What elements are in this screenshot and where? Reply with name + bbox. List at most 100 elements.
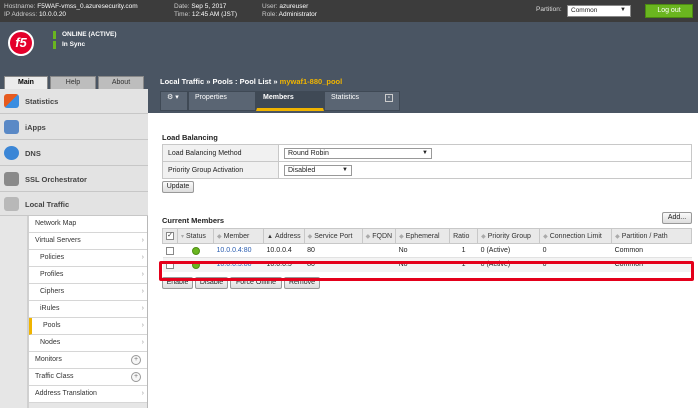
member-link[interactable]: 10.0.0.4:80 [217, 247, 252, 254]
ephemeral-cell: No [395, 243, 450, 258]
update-button[interactable]: Update [162, 181, 194, 193]
user-value: azureuser [279, 3, 309, 10]
chevron-down-icon: ▼ [422, 149, 428, 156]
col-label: Connection Limit [549, 232, 602, 240]
tab-properties[interactable]: Properties [188, 91, 256, 111]
tab-statistics[interactable]: Statistics ▫ [324, 91, 400, 111]
header-band [0, 22, 698, 74]
col-service-port[interactable]: ◆ Service Port [303, 228, 363, 244]
tab-members[interactable]: Members [256, 91, 324, 111]
sort-icon: ◆ [217, 233, 222, 240]
hostname-label: Hostname: [4, 3, 36, 10]
col-label: Ephemeral [405, 232, 440, 240]
ratio-cell: 1 [449, 243, 478, 258]
col-ephemeral[interactable]: ◆ Ephemeral [395, 228, 451, 244]
col-label: FQDN [372, 232, 393, 240]
tab-about[interactable]: About [98, 76, 144, 89]
sidebar-item-network-map[interactable]: Network Map [29, 216, 147, 233]
breadcrumb: Local Traffic » Pools : Pool List » mywa… [148, 74, 698, 89]
breadcrumb-pool-list[interactable]: Pools : Pool List [213, 77, 272, 86]
top-bar: Hostname: F5WAF-vmss_0.azuresecurity.com… [0, 0, 698, 22]
fqdn-cell [362, 243, 396, 258]
sidebar-item-label: Monitors [35, 356, 62, 363]
load-balancing-table: Load Balancing Method Round Robin ▼ Prior… [162, 144, 692, 179]
sidebar-item-nodes[interactable]: Nodes › [29, 335, 147, 352]
sidebar-item-label: iRules [40, 305, 60, 312]
chevron-right-icon: › [141, 390, 144, 397]
col-member[interactable]: ◆ Member [213, 228, 264, 244]
hostname-value: F5WAF-vmss_0.azuresecurity.com [37, 3, 138, 10]
sidebar-item-irules[interactable]: iRules › [29, 301, 147, 318]
current-members-title: Current Members [162, 216, 225, 225]
sidebar-item-address-translation[interactable]: Address Translation › [29, 386, 147, 403]
col-label: Address [274, 232, 301, 240]
breadcrumb-separator: » [273, 77, 278, 86]
sidebar-item-ciphers[interactable]: Ciphers › [29, 284, 147, 301]
sidebar-item-policies[interactable]: Policies › [29, 250, 147, 267]
sidebar-item-profiles[interactable]: Profiles › [29, 267, 147, 284]
plus-icon[interactable]: + [131, 355, 141, 365]
sidebar-item-label: Ciphers [40, 288, 65, 295]
member-cell: 10.0.0.4:80 [213, 243, 264, 258]
col-partition-path[interactable]: ◆ Partition / Path [611, 228, 692, 244]
col-label: Partition / Path [621, 232, 668, 240]
sidebar-section-dns[interactable]: DNS [0, 140, 148, 166]
table-row[interactable]: 10.0.0.4:80 10.0.0.4 80 No 1 0 (Active) … [162, 243, 692, 258]
sidebar-item-label: Profiles [40, 271, 64, 278]
priority-group-select[interactable]: Disabled ▼ [284, 164, 352, 176]
sidebar-item-virtual-servers[interactable]: Virtual Servers › [29, 233, 147, 250]
col-label: Member [223, 232, 250, 240]
table-row: Priority Group Activation Disabled ▼ [162, 161, 692, 179]
sidebar-item-monitors[interactable]: Monitors + [29, 352, 147, 369]
load-balancing-method-select[interactable]: Round Robin ▼ [284, 147, 432, 159]
select-all-cell: ✓ [162, 228, 178, 244]
sort-icon: ◆ [365, 233, 371, 240]
select-all-checkbox[interactable]: ✓ [166, 232, 174, 240]
sort-icon: ◆ [399, 233, 404, 240]
plus-icon[interactable]: + [131, 372, 141, 382]
chevron-down-icon: ▼ [342, 166, 348, 173]
tab-help[interactable]: Help [50, 76, 96, 89]
col-fqdn[interactable]: ◆ FQDN [361, 228, 397, 244]
tab-main[interactable]: Main [4, 76, 48, 89]
sidebar-label-dns: DNS [25, 149, 41, 158]
sort-icon: ◆ [543, 233, 548, 240]
col-ratio[interactable]: Ratio [449, 228, 479, 244]
breadcrumb-local-traffic[interactable]: Local Traffic [160, 77, 204, 86]
user-label: User: [262, 3, 278, 10]
sort-icon: ◆ [481, 233, 486, 240]
sort-ascending-icon: ▲ [267, 233, 273, 240]
sidebar-section-local-traffic[interactable]: Local Traffic [0, 192, 148, 216]
sidebar-section-iapps[interactable]: iApps [0, 114, 148, 140]
sidebar-section-statistics[interactable]: Statistics [0, 89, 148, 114]
sync-status: In Sync [53, 41, 85, 49]
status-cell [177, 243, 214, 258]
time-value: 12:45 AM (JST) [191, 11, 237, 18]
partition-select[interactable]: Common ▼ [567, 5, 631, 17]
col-address[interactable]: ▲ Address [263, 228, 305, 244]
settings-menu-button[interactable]: ⚙ ▾ [160, 91, 188, 111]
sidebar-item-traffic-class[interactable]: Traffic Class + [29, 369, 147, 386]
left-tabs: Main Help About [0, 74, 148, 89]
add-member-button[interactable]: Add... [662, 212, 692, 224]
iapps-icon [4, 120, 19, 134]
ip-value: 10.0.0.20 [38, 11, 67, 18]
chevron-right-icon: › [141, 339, 144, 346]
ip-label: IP Address: [4, 11, 38, 18]
sidebar-label-local-traffic: Local Traffic [25, 200, 70, 209]
breadcrumb-current-pool: mywaf1-880_pool [279, 77, 343, 86]
row-checkbox[interactable] [165, 246, 174, 255]
popout-icon[interactable]: ▫ [385, 94, 393, 102]
chevron-right-icon: › [141, 305, 144, 312]
globe-icon [4, 146, 19, 160]
col-connection-limit[interactable]: ◆ Connection Limit [539, 228, 613, 244]
col-priority-group[interactable]: ◆ Priority Group [477, 228, 541, 244]
sidebar-item-pools[interactable]: Pools › [29, 318, 147, 335]
chevron-right-icon: › [141, 237, 144, 244]
sort-icon: ◆ [615, 233, 620, 240]
col-status[interactable]: ▾ Status [177, 228, 214, 244]
priority-cell: Disabled ▼ [278, 161, 692, 179]
network-icon [4, 197, 19, 211]
logout-button[interactable]: Log out [645, 4, 693, 18]
sidebar-section-ssl[interactable]: SSL Orchestrator [0, 166, 148, 192]
